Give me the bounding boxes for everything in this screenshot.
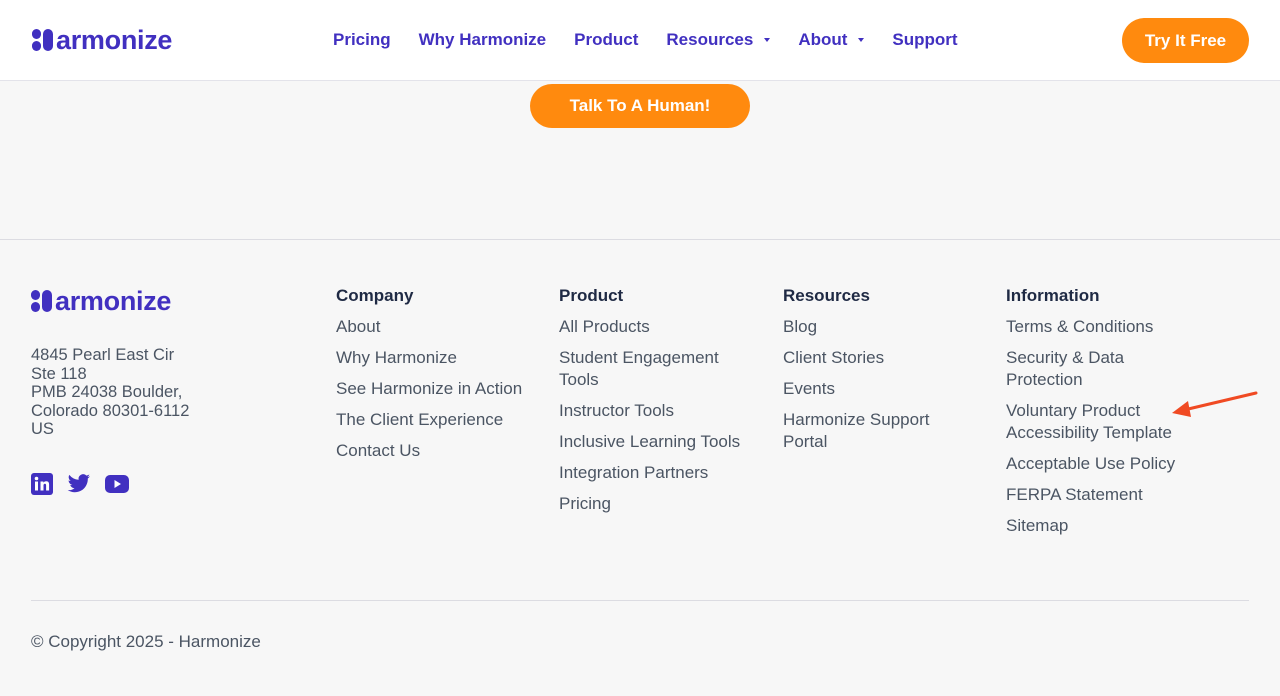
footer-link-integration-partners[interactable]: Integration Partners	[559, 462, 764, 484]
twitter-icon[interactable]	[67, 474, 91, 499]
address-line: US	[31, 420, 54, 438]
nav-why-harmonize[interactable]: Why Harmonize	[419, 30, 547, 50]
footer-link-sitemap[interactable]: Sitemap	[1006, 515, 1206, 537]
header-logo[interactable]: armonize	[32, 25, 172, 55]
talk-to-human-button[interactable]: Talk To A Human!	[530, 84, 750, 128]
footer-link-student-engagement[interactable]: Student Engagement Tools	[559, 347, 739, 391]
footer-link-see-in-action[interactable]: See Harmonize in Action	[336, 378, 556, 400]
main-nav: Pricing Why Harmonize Product Resources …	[333, 27, 986, 53]
footer-heading-company: Company	[336, 286, 414, 305]
footer-link-contact-us[interactable]: Contact Us	[336, 440, 556, 462]
nav-product-label: Product	[574, 30, 639, 49]
footer-divider	[31, 600, 1249, 601]
footer-link-ferpa[interactable]: FERPA Statement	[1006, 484, 1206, 506]
footer-link-support-portal[interactable]: Harmonize Support Portal	[783, 409, 948, 453]
footer-column-product: Product All Products Student Engagement …	[559, 285, 764, 524]
copyright-text: © Copyright 2025 - Harmonize	[31, 632, 261, 651]
footer-link-all-products[interactable]: All Products	[559, 316, 764, 338]
section-divider	[0, 239, 1280, 240]
footer-link-client-stories[interactable]: Client Stories	[783, 347, 983, 369]
nav-resources[interactable]: Resources	[666, 30, 771, 50]
footer-link-pricing[interactable]: Pricing	[559, 493, 764, 515]
address-line: PMB 24038 Boulder,	[31, 383, 183, 401]
logo-wordmark: armonize	[55, 286, 172, 316]
footer-link-instructor-tools[interactable]: Instructor Tools	[559, 400, 764, 422]
company-address: 4845 Pearl East Cir Ste 118 PMB 24038 Bo…	[31, 346, 189, 439]
logo-wordmark: armonize	[56, 25, 173, 55]
footer-link-terms[interactable]: Terms & Conditions	[1006, 316, 1206, 338]
address-line: 4845 Pearl East Cir	[31, 346, 175, 364]
logo-mark-icon	[32, 29, 54, 51]
nav-support[interactable]: Support	[892, 30, 957, 50]
nav-support-label: Support	[892, 30, 958, 49]
footer-heading-resources: Resources	[783, 286, 870, 305]
footer-link-events[interactable]: Events	[783, 378, 983, 400]
footer-logo[interactable]: armonize	[31, 286, 171, 316]
caret-down-icon	[858, 38, 865, 42]
nav-about[interactable]: About	[798, 30, 865, 50]
footer-link-blog[interactable]: Blog	[783, 316, 983, 338]
nav-pricing[interactable]: Pricing	[333, 30, 391, 50]
nav-pricing-label: Pricing	[333, 30, 391, 49]
footer-column-company: Company About Why Harmonize See Harmoniz…	[336, 285, 556, 471]
address-line: Colorado 80301-6112	[31, 401, 190, 420]
footer-heading-information: Information	[1006, 286, 1100, 305]
nav-why-harmonize-label: Why Harmonize	[418, 30, 547, 49]
footer-column-resources: Resources Blog Client Stories Events Har…	[783, 285, 983, 462]
footer-link-security[interactable]: Security & Data Protection	[1006, 347, 1146, 391]
arrow-icon	[1172, 391, 1258, 417]
social-links	[31, 473, 143, 500]
footer-link-inclusive-learning[interactable]: Inclusive Learning Tools	[559, 431, 764, 453]
nav-about-label: About	[798, 30, 848, 49]
youtube-icon[interactable]	[105, 475, 129, 498]
footer-heading-product: Product	[559, 286, 624, 305]
address-line: Ste 118	[31, 364, 87, 383]
site-header: armonize Pricing Why Harmonize Product R…	[0, 0, 1280, 81]
linkedin-icon[interactable]	[31, 473, 53, 500]
footer-link-why-harmonize[interactable]: Why Harmonize	[336, 347, 556, 369]
try-it-free-button[interactable]: Try It Free	[1122, 18, 1249, 63]
footer-link-about[interactable]: About	[336, 316, 556, 338]
footer-link-acceptable-use[interactable]: Acceptable Use Policy	[1006, 453, 1206, 475]
nav-product[interactable]: Product	[574, 30, 638, 50]
logo-mark-icon	[31, 290, 53, 312]
nav-resources-label: Resources	[666, 30, 754, 49]
caret-down-icon	[764, 38, 771, 42]
footer-link-client-experience[interactable]: The Client Experience	[336, 409, 556, 431]
